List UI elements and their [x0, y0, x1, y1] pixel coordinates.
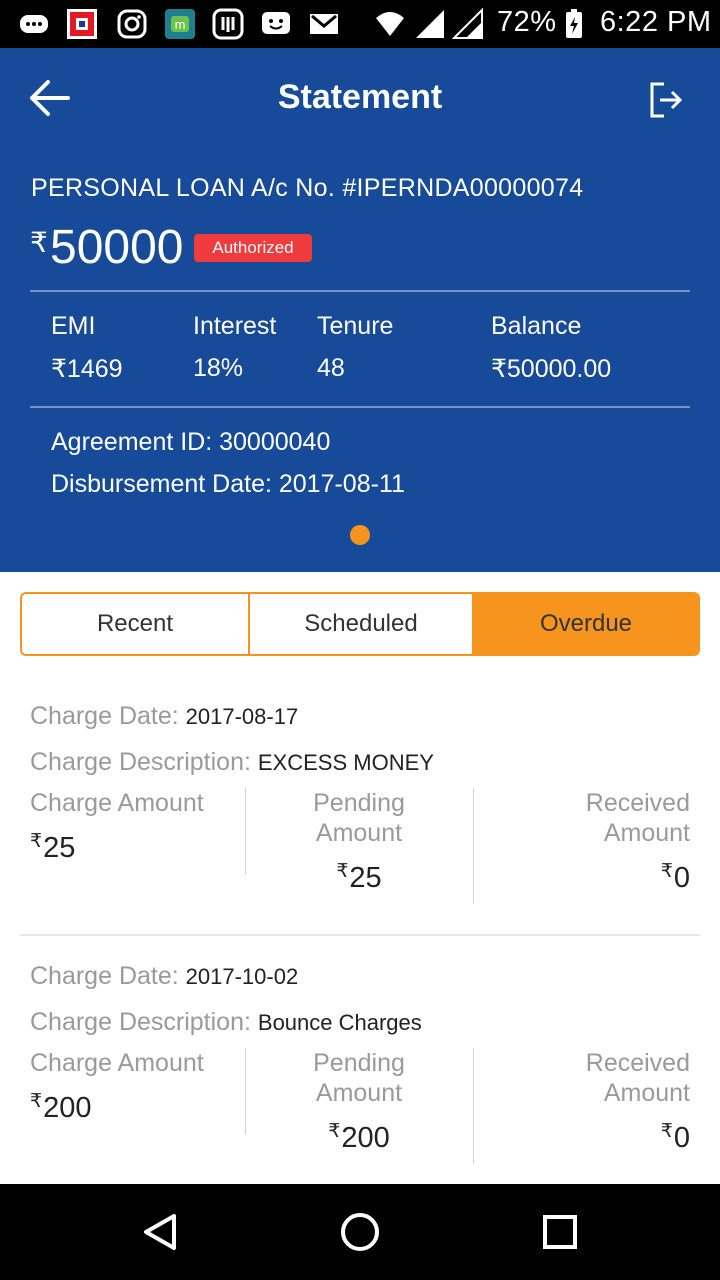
- tab-overdue[interactable]: Overdue: [472, 594, 698, 654]
- smiley-chat-icon: [262, 12, 290, 34]
- charge-description-row: Charge Description: Bounce Charges: [30, 1008, 422, 1037]
- pending-amount-value: ₹25: [288, 860, 430, 895]
- emi-label: EMI: [51, 312, 96, 340]
- charge-date-row: Charge Date: 2017-08-17: [30, 702, 298, 731]
- system-nav-bar: [0, 1184, 720, 1280]
- status-badge: Authorized: [194, 234, 312, 262]
- header-divider-bottom: [30, 406, 690, 408]
- clock: 6:22 PM: [600, 6, 712, 38]
- disbursement-date: Disbursement Date: 2017-08-11: [51, 470, 405, 498]
- loan-account-number: PERSONAL LOAN A/c No. #IPERNDA00000074: [31, 174, 584, 202]
- instagram-icon: [117, 9, 147, 39]
- charge-date-value: 2017-08-17: [185, 704, 299, 729]
- balance-value: ₹50000.00: [491, 355, 612, 383]
- charge-date-label: Charge Date:: [30, 962, 179, 990]
- column-divider: [473, 1048, 474, 1164]
- signal-weak-icon: [452, 8, 483, 39]
- rupee-symbol: ₹: [328, 1121, 341, 1142]
- recents-square-icon[interactable]: [536, 1208, 584, 1256]
- pending-amount-value: ₹200: [288, 1120, 430, 1155]
- charge-amount-number: 25: [43, 832, 76, 864]
- rupee-symbol: ₹: [336, 861, 349, 882]
- charge-amount-label: Charge Amount: [30, 789, 204, 817]
- column-divider: [473, 788, 474, 904]
- pending-amount-number: 25: [349, 862, 382, 894]
- charge-amount-number: 200: [43, 1092, 92, 1124]
- logout-icon[interactable]: [646, 78, 686, 122]
- card-divider: [20, 934, 700, 936]
- statement-tabs: Recent Scheduled Overdue: [20, 592, 700, 656]
- received-amount-label: Received Amount: [585, 789, 690, 847]
- charge-amount-label: Charge Amount: [30, 1049, 204, 1077]
- tenure-label: Tenure: [317, 312, 394, 340]
- battery-percent: 72%: [497, 6, 557, 38]
- charge-description-row: Charge Description: EXCESS MONEY: [30, 748, 434, 777]
- charge-description-value: Bounce Charges: [257, 1010, 422, 1035]
- received-amount-value: ₹0: [550, 1120, 690, 1155]
- back-triangle-icon[interactable]: [136, 1208, 184, 1256]
- charge-date-row: Charge Date: 2017-10-02: [30, 962, 298, 991]
- status-bar: m 72% 6:22 PM: [0, 0, 720, 48]
- received-amount-value: ₹0: [550, 860, 690, 895]
- rupee-symbol: ₹: [30, 227, 48, 258]
- charge-amount-value: ₹200: [30, 1090, 91, 1125]
- battery-icon: [566, 9, 582, 38]
- tab-recent[interactable]: Recent: [22, 594, 248, 654]
- charge-date-value: 2017-10-02: [185, 964, 299, 989]
- signal-icon: [416, 10, 444, 38]
- charge-card: Charge Date: 2017-10-02 Charge Descripti…: [0, 950, 720, 1200]
- balance-label: Balance: [491, 312, 582, 340]
- tenure-value: 48: [317, 354, 345, 382]
- page-indicator-dot[interactable]: [350, 525, 370, 545]
- charge-date-label: Charge Date:: [30, 702, 179, 730]
- bank-logo-icon: [67, 9, 97, 39]
- column-divider: [245, 1048, 246, 1134]
- charge-description-value: EXCESS MONEY: [257, 750, 434, 775]
- rupee-symbol: ₹: [30, 831, 43, 852]
- charge-description-label: Charge Description:: [30, 1008, 251, 1036]
- pending-amount-label: Pending Amount: [313, 789, 405, 847]
- chat-bubble-icon: [20, 15, 48, 33]
- charge-amount-value: ₹25: [30, 830, 75, 865]
- interest-label: Interest: [193, 312, 277, 340]
- loan-summary-header: Statement PERSONAL LOAN A/c No. #IPERNDA…: [0, 48, 720, 572]
- charge-description-label: Charge Description:: [30, 748, 251, 776]
- rupee-symbol: ₹: [30, 1091, 43, 1112]
- column-divider: [245, 788, 246, 874]
- rupee-symbol: ₹: [660, 861, 673, 882]
- tab-scheduled[interactable]: Scheduled: [248, 594, 472, 654]
- loan-amount: 50000: [50, 221, 184, 274]
- wifi-icon: [376, 12, 404, 36]
- music-app-icon: [212, 8, 244, 40]
- interest-value: 18%: [193, 354, 244, 382]
- pending-amount-number: 200: [341, 1122, 390, 1154]
- received-amount-label: Received Amount: [585, 1049, 690, 1107]
- pending-amount-label: Pending Amount: [313, 1049, 405, 1107]
- received-amount-number: 0: [673, 1122, 690, 1154]
- rupee-symbol: ₹: [660, 1121, 673, 1142]
- home-circle-icon[interactable]: [336, 1208, 384, 1256]
- charge-card: Charge Date: 2017-08-17 Charge Descripti…: [0, 690, 720, 940]
- header-divider-top: [30, 290, 690, 292]
- gmail-icon: [310, 14, 338, 34]
- app-m-icon: m: [165, 9, 195, 39]
- emi-value: ₹1469: [51, 355, 123, 383]
- received-amount-number: 0: [673, 862, 690, 894]
- page-title: Statement: [277, 78, 443, 116]
- svg-text:m: m: [175, 17, 186, 32]
- agreement-id: Agreement ID: 30000040: [51, 428, 331, 456]
